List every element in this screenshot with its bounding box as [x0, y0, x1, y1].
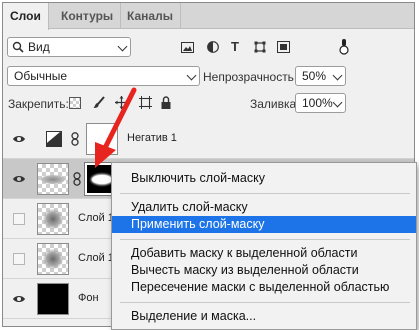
lock-artboard-icon[interactable] [139, 96, 152, 109]
layer-name: Слой 1 [78, 212, 114, 224]
layer-mask-context-menu: Выключить слой-маску Удалить слой-маску … [111, 162, 417, 330]
menu-item-subtract-mask-from-selection[interactable]: Вычесть маску из выделенной области [112, 262, 416, 279]
tab-paths[interactable]: Контуры [54, 3, 122, 29]
lock-position-icon[interactable] [115, 96, 128, 109]
menu-item-apply-mask[interactable]: Применить слой-маску [112, 216, 416, 233]
panel-tabs: Слои Контуры Каналы [3, 3, 414, 30]
eye-icon[interactable] [12, 132, 26, 146]
opacity-value: 50% [302, 69, 327, 83]
layer-thumbnail[interactable] [37, 203, 69, 235]
chevron-down-icon [117, 41, 128, 52]
lock-brush-icon[interactable] [93, 96, 105, 109]
fill-input[interactable]: 100% [295, 93, 346, 113]
eye-icon[interactable] [12, 292, 26, 306]
layer-name: Негатив 1 [127, 132, 177, 144]
layer-row[interactable]: Негатив 1 [3, 119, 414, 159]
layer-thumbnail[interactable] [37, 243, 69, 275]
visibility-toggle[interactable] [13, 253, 25, 265]
filter-kind-label: Вид [28, 40, 50, 54]
link-icon[interactable] [73, 172, 81, 186]
menu-separator [120, 193, 410, 194]
tab-layers[interactable]: Слои [3, 3, 49, 30]
blend-mode-value: Обычные [14, 69, 68, 83]
blend-row: Обычные Непрозрачность: 50% [3, 65, 414, 89]
lock-transparent-icon[interactable] [69, 97, 81, 109]
menu-item-intersect-mask-with-selection[interactable]: Пересечение маски с выделенной областью [112, 279, 416, 296]
blend-mode-select[interactable]: Обычные [7, 66, 200, 86]
lock-row: Закрепить: Заливка: 100% [3, 93, 414, 115]
menu-item-select-and-mask[interactable]: Выделение и маска... [112, 308, 416, 325]
layer-mask-thumbnail[interactable] [86, 123, 118, 155]
menu-item-add-mask-to-selection[interactable]: Добавить маску к выделенной области [112, 245, 416, 262]
layer-thumbnail[interactable] [37, 163, 69, 195]
chevron-down-icon [186, 70, 197, 81]
fill-value: 100% [302, 96, 333, 110]
link-icon[interactable] [71, 132, 79, 146]
visibility-toggle[interactable] [13, 213, 25, 225]
fill-label: Заливка: [250, 97, 300, 111]
chevron-down-icon [332, 97, 343, 108]
adjustment-layer-icon [46, 131, 62, 147]
eye-icon[interactable] [12, 172, 26, 186]
adjustment-filter-icon[interactable] [207, 41, 219, 53]
layer-name: Слой 1 [78, 252, 114, 264]
opacity-label: Непрозрачность: [203, 70, 298, 84]
type-filter-icon[interactable]: T [231, 39, 239, 54]
image-filter-icon[interactable] [181, 42, 194, 53]
chevron-down-icon [332, 70, 343, 81]
opacity-input[interactable]: 50% [295, 66, 346, 86]
tab-channels[interactable]: Каналы [120, 3, 181, 29]
layer-name: Фон [78, 292, 99, 304]
smart-object-filter-icon[interactable] [277, 41, 290, 53]
lock-label: Закрепить: [8, 97, 69, 111]
menu-separator [120, 302, 410, 303]
filter-kind-select[interactable]: Вид [7, 37, 131, 57]
filter-row: Вид T [3, 36, 414, 60]
layer-thumbnail[interactable] [37, 283, 69, 315]
menu-item-delete-mask[interactable]: Удалить слой-маску [112, 199, 416, 216]
lock-all-icon[interactable] [161, 96, 171, 109]
filter-toggle-icon[interactable] [339, 39, 349, 55]
search-icon [12, 41, 24, 53]
menu-separator [120, 239, 410, 240]
shape-filter-icon[interactable] [254, 41, 266, 53]
menu-item-disable-mask[interactable]: Выключить слой-маску [112, 170, 416, 187]
